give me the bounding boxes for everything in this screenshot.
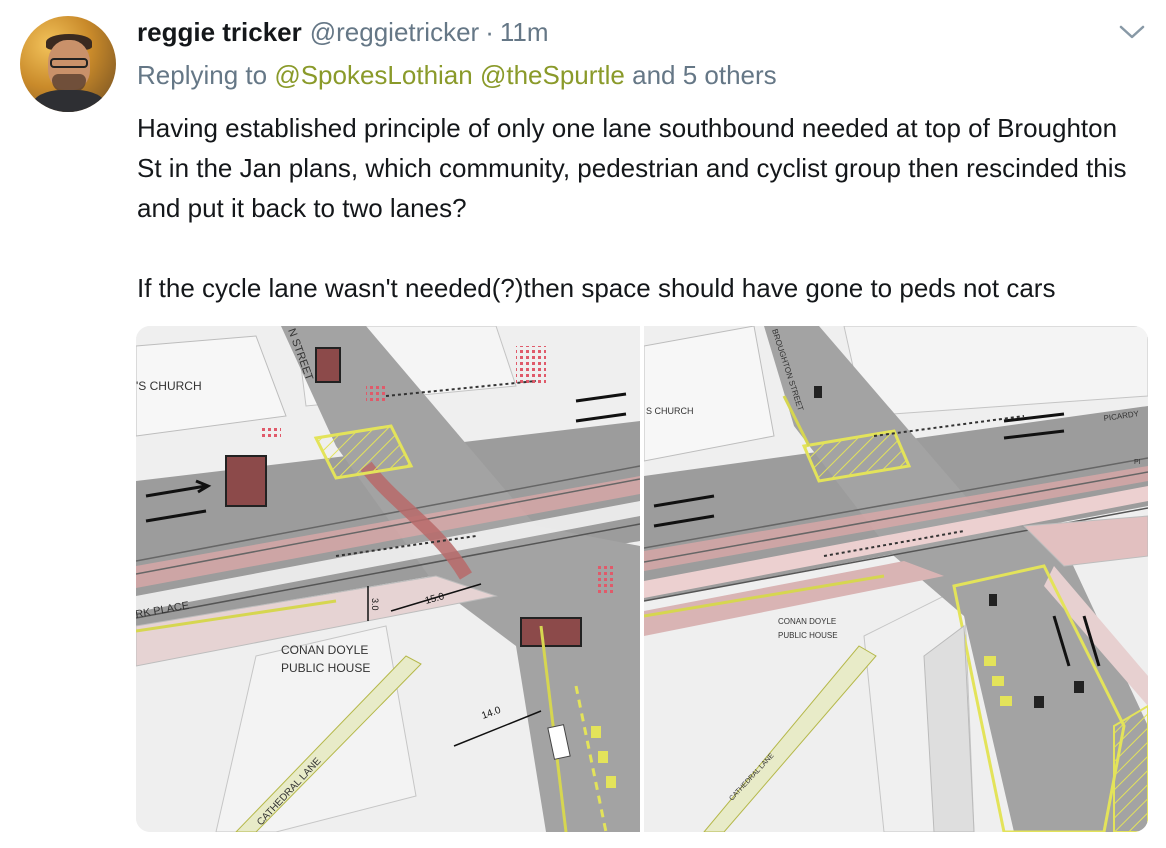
timestamp[interactable]: 11m [500,17,549,48]
avatar-shirt [32,90,106,112]
media-image-left[interactable]: 'S CHURCH N STREET RK PLACE CONAN DOYLE … [136,326,640,832]
tweet-body: Having established principle of only one… [137,108,1147,308]
tweet-media: 'S CHURCH N STREET RK PLACE CONAN DOYLE … [136,326,1148,832]
road-plan-left: 'S CHURCH N STREET RK PLACE CONAN DOYLE … [136,326,640,832]
avatar-glasses [50,58,88,68]
chevron-down-icon[interactable] [1118,22,1146,42]
label-pi: PI [1134,459,1141,466]
reply-prefix: Replying to [137,60,268,90]
separator-dot: · [485,16,494,47]
label-pub-line1: CONAN DOYLE [281,643,368,657]
reply-context: Replying to @SpokesLothian @theSpurtle a… [137,60,777,91]
tweet-paragraph: Having established principle of only one… [137,113,1127,223]
label-pub-line2: PUBLIC HOUSE [778,631,838,640]
label-pub-line2: PUBLIC HOUSE [281,661,370,675]
display-name[interactable]: reggie tricker [137,17,302,48]
mention-link[interactable]: @theSpurtle [480,60,625,90]
avatar[interactable] [20,16,116,112]
mention-link[interactable]: @SpokesLothian [274,60,472,90]
tweet: reggie tricker @reggietricker · 11m Repl… [0,0,1166,848]
label-pub-line1: CONAN DOYLE [778,617,836,626]
tweet-header: reggie tricker @reggietricker · 11m [137,12,549,52]
label-dim-3: 3.0 [370,598,380,611]
label-church: S CHURCH [646,406,694,416]
media-image-right[interactable]: S CHURCH BROUGHTON STREET CONAN DOYLE PU… [644,326,1148,832]
road-plan-right: S CHURCH BROUGHTON STREET CONAN DOYLE PU… [644,326,1148,832]
user-handle[interactable]: @reggietricker [310,17,479,48]
tweet-paragraph: If the cycle lane wasn't needed(?)then s… [137,273,1056,303]
label-church: 'S CHURCH [136,379,202,393]
reply-others-link[interactable]: and 5 others [632,60,777,90]
